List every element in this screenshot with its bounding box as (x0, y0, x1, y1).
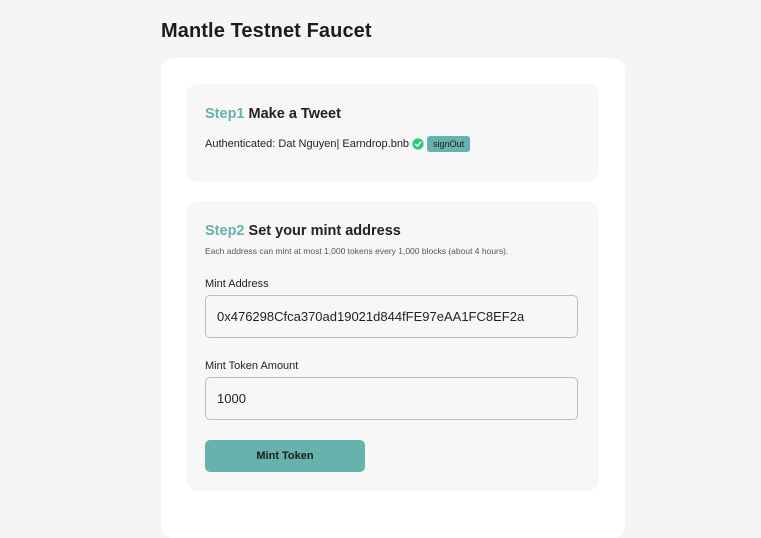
step1-title: Make a Tweet (248, 106, 341, 122)
step2-title: Set your mint address (248, 223, 401, 239)
mint-token-button[interactable]: Mint Token (205, 440, 365, 472)
signout-button[interactable]: signOut (427, 136, 471, 152)
mint-address-input[interactable] (205, 295, 578, 338)
faucet-card: Step1 Make a Tweet Authenticated: Dat Ng… (161, 58, 625, 538)
verified-check-icon (412, 138, 424, 150)
auth-text: Authenticated: Dat Nguyen| Earndrop.bnb (205, 138, 410, 150)
mint-address-label: Mint Address (205, 278, 269, 290)
step2-heading: Step2 Set your mint address (205, 223, 401, 239)
step1-heading: Step1 Make a Tweet (205, 106, 341, 122)
step1-number: Step1 (205, 106, 245, 122)
mint-amount-label: Mint Token Amount (205, 360, 299, 372)
page-title: Mantle Testnet Faucet (161, 20, 372, 42)
step1-section: Step1 Make a Tweet Authenticated: Dat Ng… (186, 84, 599, 182)
step2-number: Step2 (205, 223, 245, 239)
mint-amount-input[interactable] (205, 377, 578, 420)
step2-description: Each address can mint at most 1,000 toke… (205, 246, 509, 256)
auth-status: Authenticated: Dat Nguyen| Earndrop.bnb … (205, 136, 471, 152)
step2-section: Step2 Set your mint address Each address… (186, 201, 599, 491)
